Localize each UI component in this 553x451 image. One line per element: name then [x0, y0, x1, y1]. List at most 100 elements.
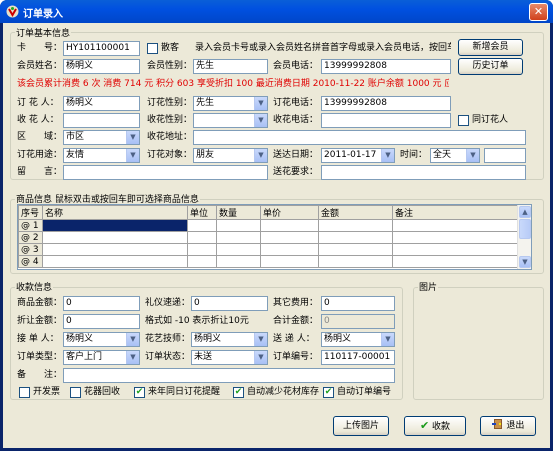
- auto-order-no-checkbox[interactable]: ✔: [323, 387, 334, 398]
- gift-fee-input[interactable]: 0: [191, 296, 268, 311]
- table-cell[interactable]: [260, 231, 319, 244]
- recycle-checkbox[interactable]: [70, 387, 81, 398]
- table-cell[interactable]: [42, 219, 188, 232]
- discount-input[interactable]: 0: [63, 314, 140, 329]
- florist-select[interactable]: 杨明义 ▼: [191, 332, 268, 347]
- upload-picture-button[interactable]: 上传图片: [333, 416, 389, 436]
- table-cell[interactable]: [318, 231, 393, 244]
- table-cell[interactable]: [318, 219, 393, 232]
- chevron-down-icon[interactable]: ▼: [254, 333, 267, 346]
- table-cell[interactable]: [318, 255, 393, 268]
- table-cell[interactable]: [392, 231, 518, 244]
- same-as-orderer-checkbox[interactable]: [458, 115, 469, 126]
- table-cell[interactable]: [260, 255, 319, 268]
- member-name-input[interactable]: 杨明义: [63, 59, 140, 74]
- col-header[interactable]: 名称: [42, 205, 188, 220]
- receiver-staff-select[interactable]: 杨明义 ▼: [63, 332, 140, 347]
- delivery-date-picker[interactable]: 2011-01-17 ▼: [321, 148, 395, 163]
- exit-button[interactable]: 退出: [480, 416, 536, 436]
- exit-label: 退出: [506, 421, 525, 431]
- chevron-down-icon[interactable]: ▼: [126, 351, 139, 364]
- table-cell[interactable]: [260, 219, 319, 232]
- requirements-input[interactable]: [321, 165, 526, 180]
- goods-scrollbar[interactable]: ▲ ▼: [517, 205, 531, 269]
- address-input[interactable]: [193, 130, 526, 145]
- orderer-gender-select[interactable]: 先生 ▼: [193, 96, 268, 111]
- card-input[interactable]: HY101100001: [63, 41, 140, 56]
- chevron-down-icon[interactable]: ▼: [126, 131, 139, 144]
- remark-input[interactable]: [63, 368, 395, 383]
- order-status-select[interactable]: 未送 ▼: [191, 350, 268, 365]
- chevron-down-icon[interactable]: ▼: [254, 149, 267, 162]
- purpose-select[interactable]: 友情 ▼: [63, 148, 140, 163]
- walkin-checkbox[interactable]: [147, 43, 158, 54]
- receiver-gender-select[interactable]: ▼: [193, 113, 268, 128]
- col-header[interactable]: 金额: [318, 205, 393, 220]
- col-header[interactable]: 数量: [216, 205, 261, 220]
- table-cell[interactable]: [392, 255, 518, 268]
- table-cell[interactable]: [392, 243, 518, 256]
- chevron-down-icon[interactable]: ▼: [254, 114, 267, 127]
- reduce-stock-checkbox[interactable]: ✔: [233, 387, 244, 398]
- table-row[interactable]: @ 3: [18, 243, 518, 256]
- discount-label: 折让金额：: [17, 316, 63, 326]
- time-select[interactable]: 全天 ▼: [430, 148, 480, 163]
- col-header[interactable]: 序号: [18, 205, 43, 220]
- receiver-phone-input[interactable]: [321, 113, 451, 128]
- reduce-stock-label: 自动减少花材库存: [247, 387, 320, 397]
- order-no-input[interactable]: 110117-00001: [321, 350, 395, 365]
- table-cell[interactable]: [318, 243, 393, 256]
- scroll-down-icon[interactable]: ▼: [519, 256, 531, 268]
- col-header[interactable]: 单位: [187, 205, 217, 220]
- invoice-checkbox[interactable]: [19, 387, 30, 398]
- orderer-phone-input[interactable]: 13999992808: [321, 96, 451, 111]
- table-row[interactable]: @ 2: [18, 231, 518, 244]
- table-cell[interactable]: [216, 231, 261, 244]
- table-cell[interactable]: [392, 219, 518, 232]
- area-select[interactable]: 市区 ▼: [63, 130, 140, 145]
- order-type-select[interactable]: 客户上门 ▼: [63, 350, 140, 365]
- title-bar[interactable]: 订单录入 ✕: [0, 0, 553, 23]
- table-cell[interactable]: [187, 231, 217, 244]
- add-member-button[interactable]: 新增会员: [458, 39, 523, 56]
- member-phone-input[interactable]: 13999992808: [321, 59, 451, 74]
- time-detail-input[interactable]: [484, 148, 526, 163]
- chevron-down-icon[interactable]: ▼: [381, 149, 394, 162]
- courier-select[interactable]: 杨明义 ▼: [321, 332, 395, 347]
- chevron-down-icon[interactable]: ▼: [254, 351, 267, 364]
- receive-payment-button[interactable]: ✔ 收款: [404, 416, 466, 436]
- receiver-input[interactable]: [63, 113, 140, 128]
- col-header[interactable]: 备注: [392, 205, 518, 220]
- chevron-down-icon[interactable]: ▼: [126, 333, 139, 346]
- table-cell[interactable]: [187, 243, 217, 256]
- table-cell[interactable]: [216, 219, 261, 232]
- table-cell[interactable]: [187, 219, 217, 232]
- member-gender-input[interactable]: 先生: [193, 59, 268, 74]
- orderer-input[interactable]: 杨明义: [63, 96, 140, 111]
- message-input[interactable]: [63, 165, 268, 180]
- table-cell[interactable]: [42, 231, 188, 244]
- table-cell[interactable]: [42, 243, 188, 256]
- scroll-thumb[interactable]: [519, 219, 531, 239]
- chevron-down-icon[interactable]: ▼: [254, 97, 267, 110]
- history-orders-button[interactable]: 历史订单: [458, 58, 523, 75]
- table-cell[interactable]: [216, 255, 261, 268]
- table-row[interactable]: @ 4: [18, 255, 518, 268]
- other-fee-input[interactable]: 0: [321, 296, 395, 311]
- col-header[interactable]: 单价: [260, 205, 319, 220]
- scroll-up-icon[interactable]: ▲: [519, 206, 531, 218]
- table-row[interactable]: @ 1: [18, 219, 518, 232]
- table-cell[interactable]: [42, 255, 188, 268]
- table-cell[interactable]: [260, 243, 319, 256]
- chevron-down-icon[interactable]: ▼: [381, 333, 394, 346]
- goods-amount-input[interactable]: 0: [63, 296, 140, 311]
- reminder-checkbox[interactable]: ✔: [134, 387, 145, 398]
- chevron-down-icon[interactable]: ▼: [126, 149, 139, 162]
- goods-grid[interactable]: 序号 名称 单位 数量 单价 金额 备注 @ 1 @ 2 @ 3 @ 4 ▲ ▼: [17, 204, 532, 270]
- chevron-down-icon[interactable]: ▼: [466, 149, 479, 162]
- table-cell[interactable]: [216, 243, 261, 256]
- area-label: 区 域：: [17, 132, 63, 142]
- close-button[interactable]: ✕: [529, 3, 548, 21]
- target-select[interactable]: 朋友 ▼: [193, 148, 268, 163]
- table-cell[interactable]: [187, 255, 217, 268]
